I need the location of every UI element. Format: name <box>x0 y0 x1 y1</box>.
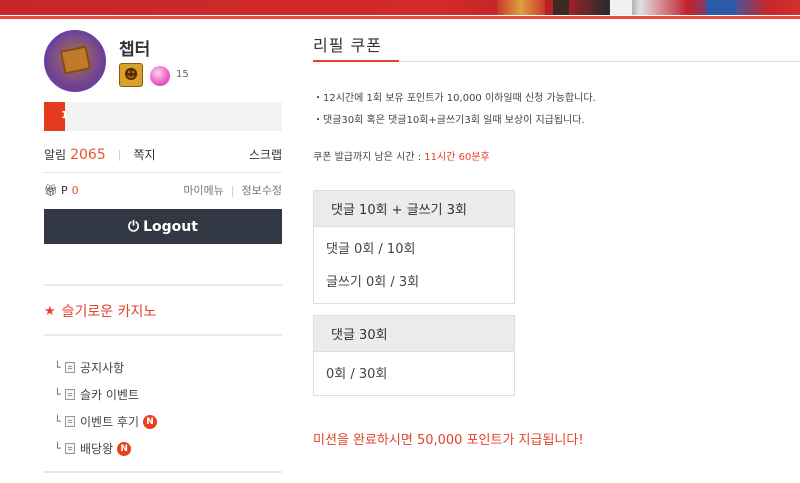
username: 챕터 <box>119 40 151 60</box>
board-label: 배당왕 <box>80 442 114 456</box>
board-label: 슬카 이벤트 <box>80 388 140 402</box>
mission-progress-comments: 댓글 0회 / 10회 <box>326 242 416 257</box>
tree-branch-icon: └ <box>54 388 61 401</box>
document-icon <box>65 443 75 454</box>
gift-icon: 🎁︎ <box>44 183 58 197</box>
notice-line: ・12시간에 1회 보유 포인트가 10,000 이하일때 신청 가능합니다. <box>313 93 596 104</box>
notice-list: ・12시간에 1회 보유 포인트가 10,000 이하일때 신청 가능합니다. … <box>313 88 596 132</box>
countdown-label: 쿠폰 발급까지 남은 시간 : <box>313 152 422 163</box>
document-icon <box>65 362 75 373</box>
mission-box-comments: 댓글 30회 0회 / 30회 <box>313 315 515 396</box>
divider-bar: | <box>230 183 235 197</box>
board-item-dividend-king[interactable]: └ 배당왕 N <box>54 435 157 462</box>
document-icon <box>65 416 75 427</box>
avatar-book-icon <box>59 45 92 75</box>
board-label: 이벤트 후기 <box>80 415 140 429</box>
document-icon <box>65 389 75 400</box>
progress-fill: 1 <box>44 102 68 131</box>
mission-heading: 댓글 30회 <box>314 316 514 352</box>
star-icon: ★ <box>44 303 56 319</box>
pink-ball-icon <box>150 66 170 86</box>
edit-info-link[interactable]: 정보수정 <box>242 182 282 198</box>
banner-figure-art <box>553 0 569 15</box>
board-item-notice[interactable]: └ 공지사항 <box>54 354 157 381</box>
tree-branch-icon: └ <box>54 442 61 455</box>
banner-accent-line <box>0 16 800 19</box>
memo-link[interactable]: 쪽지 <box>133 146 155 163</box>
page-title: 리필 쿠폰 <box>313 36 382 55</box>
mission-box-comment-write: 댓글 10회 + 글쓰기 3회 댓글 0회 / 10회 글쓰기 0회 / 3회 <box>313 190 515 304</box>
experience-progress-bar: 1 <box>44 102 282 131</box>
tree-branch-icon: └ <box>54 415 61 428</box>
notice-line: ・댓글30회 혹은 댓글10회+글쓰기3회 일때 보상이 지급됩니다. <box>313 115 585 126</box>
scrap-link[interactable]: 스크랩 <box>249 146 282 163</box>
coupon-countdown: 쿠폰 발급까지 남은 시간 : 11시간 60분후 <box>313 148 490 163</box>
divider-bar: | <box>117 148 122 161</box>
board-label: 공지사항 <box>80 361 125 375</box>
mission-heading: 댓글 10회 + 글쓰기 3회 <box>314 191 514 227</box>
power-icon: ⏻ <box>128 218 140 235</box>
point-value[interactable]: 0 <box>72 184 79 197</box>
board-item-event-review[interactable]: └ 이벤트 후기 N <box>54 408 158 435</box>
reward-message: 미션을 완료하시면 50,000 포인트가 지급됩니다! <box>313 433 584 448</box>
alarm-link[interactable]: 알림 <box>44 146 66 163</box>
user-stats-row: 알림 2065 | 쪽지 스크랩 <box>44 146 282 163</box>
point-label: P <box>60 183 68 197</box>
logout-button[interactable]: ⏻ Logout <box>44 209 282 244</box>
divider <box>44 471 282 473</box>
menu-title-label: 슬기로운 카지노 <box>61 304 157 320</box>
tree-branch-icon: └ <box>54 361 61 374</box>
board-item-event[interactable]: └ 슬카 이벤트 <box>54 381 157 408</box>
divider <box>44 334 282 336</box>
board-list: └ 공지사항 └ 슬카 이벤트 └ 이벤트 후기 N └ 배당왕 N <box>54 354 158 462</box>
avatar[interactable] <box>44 30 106 92</box>
mission-progress-comments: 0회 / 30회 <box>326 367 388 382</box>
title-accent-bar <box>313 60 399 62</box>
countdown-time: 11시간 60분후 <box>424 152 490 163</box>
banner-figure-art <box>610 0 632 15</box>
point-row: 🎁︎ P 0 마이메뉴 | 정보수정 <box>44 182 282 198</box>
menu-section-title[interactable]: ★ 슬기로운 카지노 <box>44 301 156 321</box>
new-badge: N <box>143 414 158 429</box>
level-number: 15 <box>176 69 189 80</box>
divider <box>44 172 282 173</box>
progress-label: 1 <box>61 110 68 121</box>
divider <box>44 284 282 286</box>
level-badge-icon: ☻ <box>119 63 143 87</box>
alarm-count[interactable]: 2065 <box>70 147 106 163</box>
top-banner <box>0 0 800 21</box>
mission-progress-posts: 글쓰기 0회 / 3회 <box>326 275 420 290</box>
banner-image <box>0 0 800 15</box>
new-badge: N <box>117 441 132 456</box>
banner-figure-art <box>497 0 545 15</box>
my-menu-link[interactable]: 마이메뉴 <box>183 182 223 198</box>
logout-label: Logout <box>143 218 198 235</box>
banner-figure-art <box>706 0 736 15</box>
